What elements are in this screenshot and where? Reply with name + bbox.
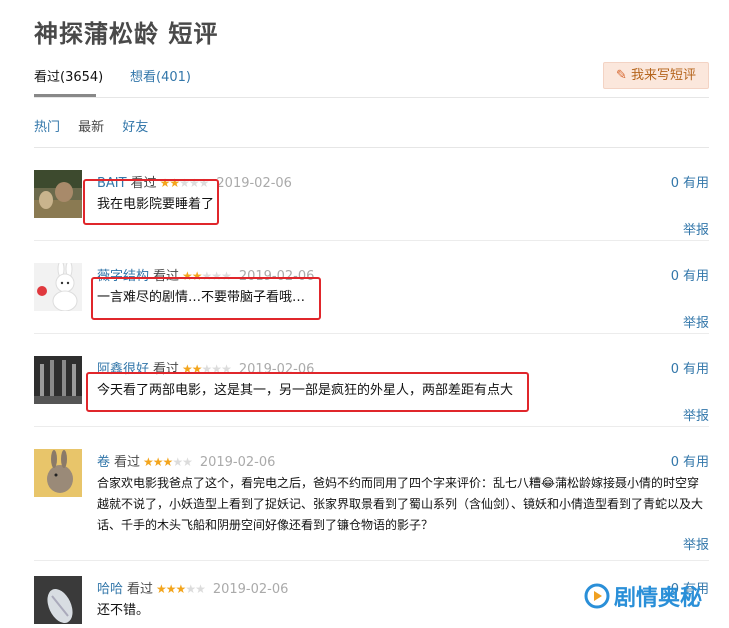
sort-friends[interactable]: 好友 (122, 120, 148, 135)
avatar[interactable] (34, 170, 82, 218)
report-link[interactable]: 举报 (683, 312, 709, 331)
avatar[interactable] (34, 356, 82, 404)
sort-hot[interactable]: 热门 (34, 120, 60, 135)
rating-stars: ★★★★★ (156, 582, 206, 596)
useful-label: 有用 (682, 269, 709, 284)
useful-label: 有用 (682, 176, 709, 191)
comment-time: 2019-02-06 (212, 582, 289, 597)
useful-vote[interactable]: 0 有用 (671, 451, 709, 470)
comment-meta: 卷看过 ★★★★★ 2019-02-06 (97, 451, 275, 470)
useful-count: 0 (670, 362, 679, 377)
useful-count: 0 (670, 269, 679, 284)
divider (34, 333, 709, 334)
avatar[interactable] (34, 263, 82, 311)
tab-want[interactable]: 想看(401) (130, 66, 191, 85)
comment-meta: 哈哈 看过 ★★★★★ 2019-02-06 (97, 578, 288, 597)
username-link[interactable]: 哈哈 (97, 582, 123, 597)
avatar[interactable] (34, 449, 82, 497)
watermark: 剧情奥秘 (584, 580, 702, 615)
watermark-logo-icon (584, 583, 610, 615)
report-link[interactable]: 举报 (683, 219, 709, 238)
write-review-button[interactable]: ✎ 我来写短评 (603, 62, 709, 89)
sort-options: 热门 最新 好友 (34, 116, 162, 135)
report-link[interactable]: 举报 (683, 534, 709, 553)
useful-vote[interactable]: 0 有用 (671, 265, 709, 284)
comment-text: 合家欢电影我爸点了这个，看完电之后，爸妈不约而同用了四个字来评价：乱七八糟😂蒲松… (97, 476, 704, 532)
sort-latest[interactable]: 最新 (78, 120, 104, 135)
useful-label: 有用 (682, 455, 709, 470)
useful-count: 0 (670, 455, 679, 470)
useful-vote[interactable]: 0 有用 (671, 358, 709, 377)
divider (34, 426, 709, 427)
divider (34, 240, 709, 241)
useful-vote[interactable]: 0 有用 (671, 172, 709, 191)
report-link[interactable]: 举报 (683, 405, 709, 424)
seen-label: 看过 (114, 455, 141, 470)
highlight-box (83, 179, 219, 225)
useful-label: 有用 (682, 362, 709, 377)
comment-time: 2019-02-06 (199, 455, 276, 470)
comment-item: 卷看过 ★★★★★ 2019-02-06 0 有用 合家欢电影我爸点了这个，看完电之后… (34, 449, 709, 559)
highlight-box (86, 372, 529, 412)
divider (34, 560, 709, 561)
highlight-box (91, 277, 321, 320)
comment-time: 2019-02-06 (216, 176, 292, 191)
username-link[interactable]: 卷 (97, 455, 110, 470)
watermark-text: 剧情奥秘 (614, 586, 703, 611)
seen-label: 看过 (127, 582, 154, 597)
divider (34, 147, 709, 148)
useful-count: 0 (670, 176, 679, 191)
avatar[interactable] (34, 576, 82, 624)
divider (34, 97, 709, 98)
write-review-label: 我来写短评 (630, 68, 696, 83)
pencil-icon: ✎ (616, 68, 627, 83)
page-title: 神探蒲松龄 短评 (34, 20, 219, 48)
tab-seen[interactable]: 看过(3654) (34, 66, 103, 85)
rating-stars: ★★★★★ (143, 455, 193, 469)
